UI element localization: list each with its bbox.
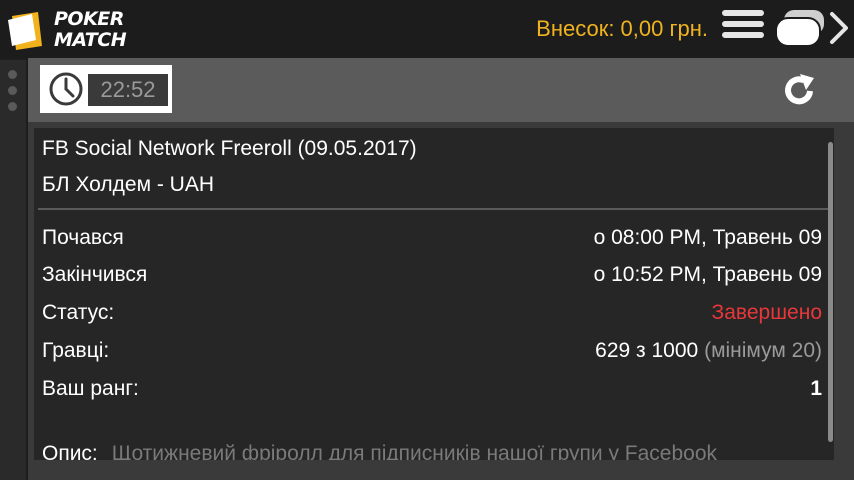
refresh-button[interactable] [782,72,818,108]
status-row: Статус: Завершено [42,299,822,327]
refresh-icon [785,74,814,105]
rank-value: 1 [810,377,822,400]
handle-dot [8,102,17,111]
tournament-panel: 22:52 FB Social Network Freeroll (09.05.… [28,58,854,480]
players-value: 629 з 1000 [595,339,699,362]
started-value: о 08:00 PM, Травень 09 [593,226,822,249]
players-row: Гравці: 629 з 1000 (мінімум 20) [42,337,822,365]
ended-row: Закінчився о 10:52 PM, Травень 09 [42,261,822,289]
side-panel-handle[interactable] [0,60,26,480]
divider [38,208,828,210]
description-label: Опис: [42,442,98,460]
logo-text: POKER MATCH [54,8,127,51]
description-row: Опис: Щотижневий фріролл для підписників … [42,440,717,460]
balance-label: Внесок: 0,00 грн. [536,16,708,41]
panel-header: 22:52 [28,58,854,122]
tournament-game: БЛ Холдем - UAH [42,173,215,196]
tables-switch-icon [775,10,848,47]
handle-dot [8,70,17,79]
top-bar: POKER MATCH Внесок: 0,00 грн. [0,0,854,58]
tables-switch-button[interactable] [774,8,850,48]
logo-line-2: MATCH [54,29,127,51]
players-value-group: 629 з 1000 (мінімум 20) [595,337,822,365]
clock-time: 22:52 [88,74,168,106]
hamburger-icon [722,10,764,38]
started-row: Почався о 08:00 PM, Травень 09 [42,224,822,252]
players-label: Гравці: [42,339,110,362]
rank-row: Ваш ранг: 1 [42,375,822,403]
status-value: Завершено [711,301,822,324]
scrollbar[interactable] [828,142,833,442]
started-label: Почався [42,226,124,249]
handle-dot [8,86,17,95]
ended-value: о 10:52 PM, Травень 09 [593,263,822,286]
players-minimum: (мінімум 20) [704,339,822,362]
tournament-info: FB Social Network Freeroll (09.05.2017) … [34,128,834,460]
clock-icon [49,72,83,106]
ended-label: Закінчився [42,263,148,286]
description-text: Щотижневий фріролл для підписників нашої… [111,442,718,460]
tournament-title: FB Social Network Freeroll (09.05.2017) [42,137,417,160]
app-window: POKER MATCH Внесок: 0,00 грн. 22:52 FB S… [0,0,854,480]
clock-widget: 22:52 [40,65,172,113]
rank-label: Ваш ранг: [42,377,139,400]
logo-line-1: POKER [54,8,124,30]
logo-card-icon [8,12,42,50]
menu-button[interactable] [722,10,764,46]
status-label: Статус: [42,301,115,324]
pokermatch-logo: POKER MATCH [6,6,136,52]
